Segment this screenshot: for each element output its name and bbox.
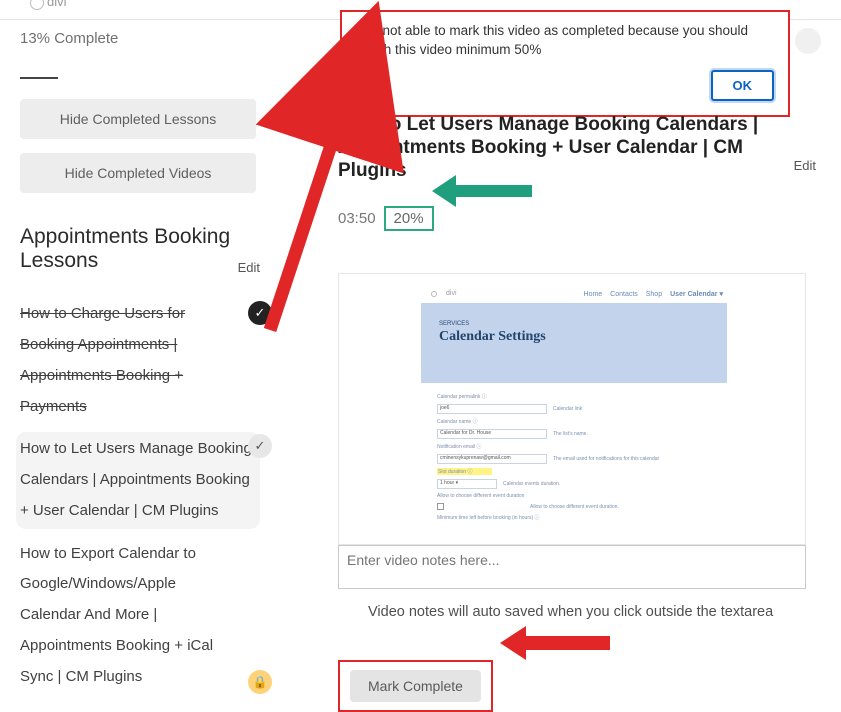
- divider: [20, 77, 58, 79]
- lesson-label: How to Export Calendar to Google/Windows…: [20, 545, 213, 685]
- main-edit-link[interactable]: Edit: [794, 158, 816, 173]
- alert-ok-button[interactable]: OK: [711, 70, 775, 101]
- annotation-arrow-red-left: [500, 626, 610, 660]
- lesson-label: How to Let Users Manage Booking Calendar…: [20, 440, 252, 519]
- annotation-arrow-green: [432, 175, 532, 207]
- lesson-item[interactable]: How to Charge Users for Booking Appointm…: [20, 299, 260, 422]
- alert-modal: You not able to mark this video as compl…: [340, 10, 790, 117]
- video-thumbnail[interactable]: divi Home Contacts Shop User Calendar ▾ …: [338, 273, 806, 545]
- page-title: How to Let Users Manage Booking Calendar…: [338, 114, 816, 182]
- course-sidebar: 13% Complete Hide Completed Lessons Hide…: [20, 30, 260, 702]
- lesson-item[interactable]: How to Export Calendar to Google/Windows…: [20, 539, 260, 693]
- alert-text: You not able to mark this video as compl…: [356, 22, 774, 60]
- hide-completed-lessons-button[interactable]: Hide Completed Lessons: [20, 99, 256, 139]
- video-watched-percent: 20%: [384, 206, 434, 231]
- mark-complete-highlight: Mark Complete: [338, 660, 493, 712]
- sidebar-heading: Appointments Booking Lessons: [20, 225, 260, 273]
- mark-complete-button[interactable]: Mark Complete: [350, 670, 481, 702]
- site-logo: divi: [30, 0, 67, 10]
- annotation-arrow-red-diagonal: [240, 100, 360, 340]
- notes-caption: Video notes will auto saved when you cli…: [338, 604, 816, 620]
- video-notes-input[interactable]: [338, 545, 806, 589]
- progress-label: 13% Complete: [20, 30, 260, 47]
- check-icon: ✓: [248, 434, 272, 458]
- lesson-label: How to Charge Users for Booking Appointm…: [20, 305, 185, 414]
- lesson-item[interactable]: How to Let Users Manage Booking Calendar…: [16, 432, 260, 528]
- thumb-nav: divi Home Contacts Shop User Calendar ▾: [421, 288, 727, 300]
- thumb-hero: SERVICES Calendar Settings: [421, 303, 727, 383]
- header-avatar-placeholder: [795, 28, 821, 54]
- lock-icon: 🔒: [248, 670, 272, 694]
- hide-completed-videos-button[interactable]: Hide Completed Videos: [20, 153, 256, 193]
